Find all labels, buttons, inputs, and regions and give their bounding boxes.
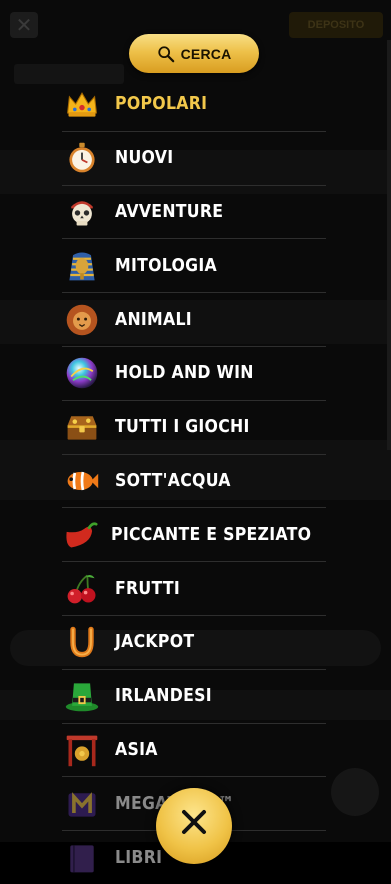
- pharaoh-icon: [62, 246, 102, 286]
- menu-item-nuovi[interactable]: NUOVI: [62, 132, 326, 186]
- menu-item-label: IRLANDESI: [115, 686, 212, 707]
- menu-item-mitologia[interactable]: MITOLOGIA: [62, 239, 326, 294]
- menu-item-label: AVVENTURE: [115, 201, 224, 222]
- menu-item-label: NUOVI: [115, 148, 174, 169]
- menu-item-avventure[interactable]: AVVENTURE: [62, 186, 326, 240]
- background-deposit-button: DEPOSITO: [289, 12, 383, 38]
- menu-item-asia[interactable]: ASIA: [62, 724, 326, 778]
- menu-item-frutti[interactable]: FRUTTI: [62, 562, 326, 616]
- leprechaun-hat-icon: [62, 676, 102, 716]
- crown-icon: [62, 84, 102, 124]
- menu-item-animali[interactable]: ANIMALI: [62, 293, 326, 347]
- menu-item-label: MITOLOGIA: [115, 255, 217, 276]
- stopwatch-icon: [62, 138, 102, 178]
- background-circle: [331, 768, 379, 816]
- menu-item-label: LIBRI: [115, 847, 163, 868]
- menu-item-label: FRUTTI: [115, 578, 181, 599]
- menu-item-jackpot[interactable]: JACKPOT: [62, 616, 326, 670]
- search-button[interactable]: CERCA: [129, 34, 259, 73]
- category-menu: POPOLARI NUOVI AVVENTURE MITOLOGIA ANIMA…: [62, 78, 326, 884]
- megaways-m-icon: [62, 784, 102, 824]
- close-menu-button[interactable]: [156, 788, 232, 864]
- lion-icon: [62, 300, 102, 340]
- book-icon: [62, 838, 102, 878]
- menu-item-label: HOLD AND WIN: [115, 363, 254, 384]
- search-button-label: CERCA: [180, 45, 232, 62]
- menu-item-label: TUTTI I GIOCHI: [115, 417, 250, 438]
- menu-item-label: POPOLARI: [115, 94, 208, 115]
- menu-item-label: ASIA: [115, 739, 158, 760]
- menu-item-label: JACKPOT: [115, 632, 195, 653]
- background-scrollbar: [387, 40, 391, 450]
- pirate-skull-icon: [62, 192, 102, 232]
- menu-item-tutti-i-giochi[interactable]: TUTTI I GIOCHI: [62, 401, 326, 455]
- clownfish-icon: [62, 461, 102, 501]
- menu-item-label: PICCANTE E SPEZIATO: [111, 524, 312, 545]
- menu-item-popolari[interactable]: POPOLARI: [62, 78, 326, 132]
- menu-item-irlandesi[interactable]: IRLANDESI: [62, 670, 326, 724]
- menu-item-label: SOTT'ACQUA: [115, 470, 231, 491]
- menu-item-piccante-e-speziato[interactable]: PICCANTE E SPEZIATO: [62, 508, 326, 563]
- horseshoe-icon: [62, 622, 102, 662]
- treasure-chest-icon: [62, 407, 102, 447]
- close-icon: [182, 810, 206, 834]
- menu-item-label: ANIMALI: [115, 309, 192, 330]
- background-close-icon: ✕: [10, 12, 38, 38]
- cherries-icon: [62, 569, 102, 609]
- menu-item-hold-and-win[interactable]: HOLD AND WIN: [62, 347, 326, 401]
- chili-pepper-icon: [62, 515, 98, 555]
- orb-icon: [62, 353, 102, 393]
- gong-icon: [62, 730, 102, 770]
- menu-item-sottacqua[interactable]: SOTT'ACQUA: [62, 455, 326, 509]
- search-icon: [157, 45, 174, 62]
